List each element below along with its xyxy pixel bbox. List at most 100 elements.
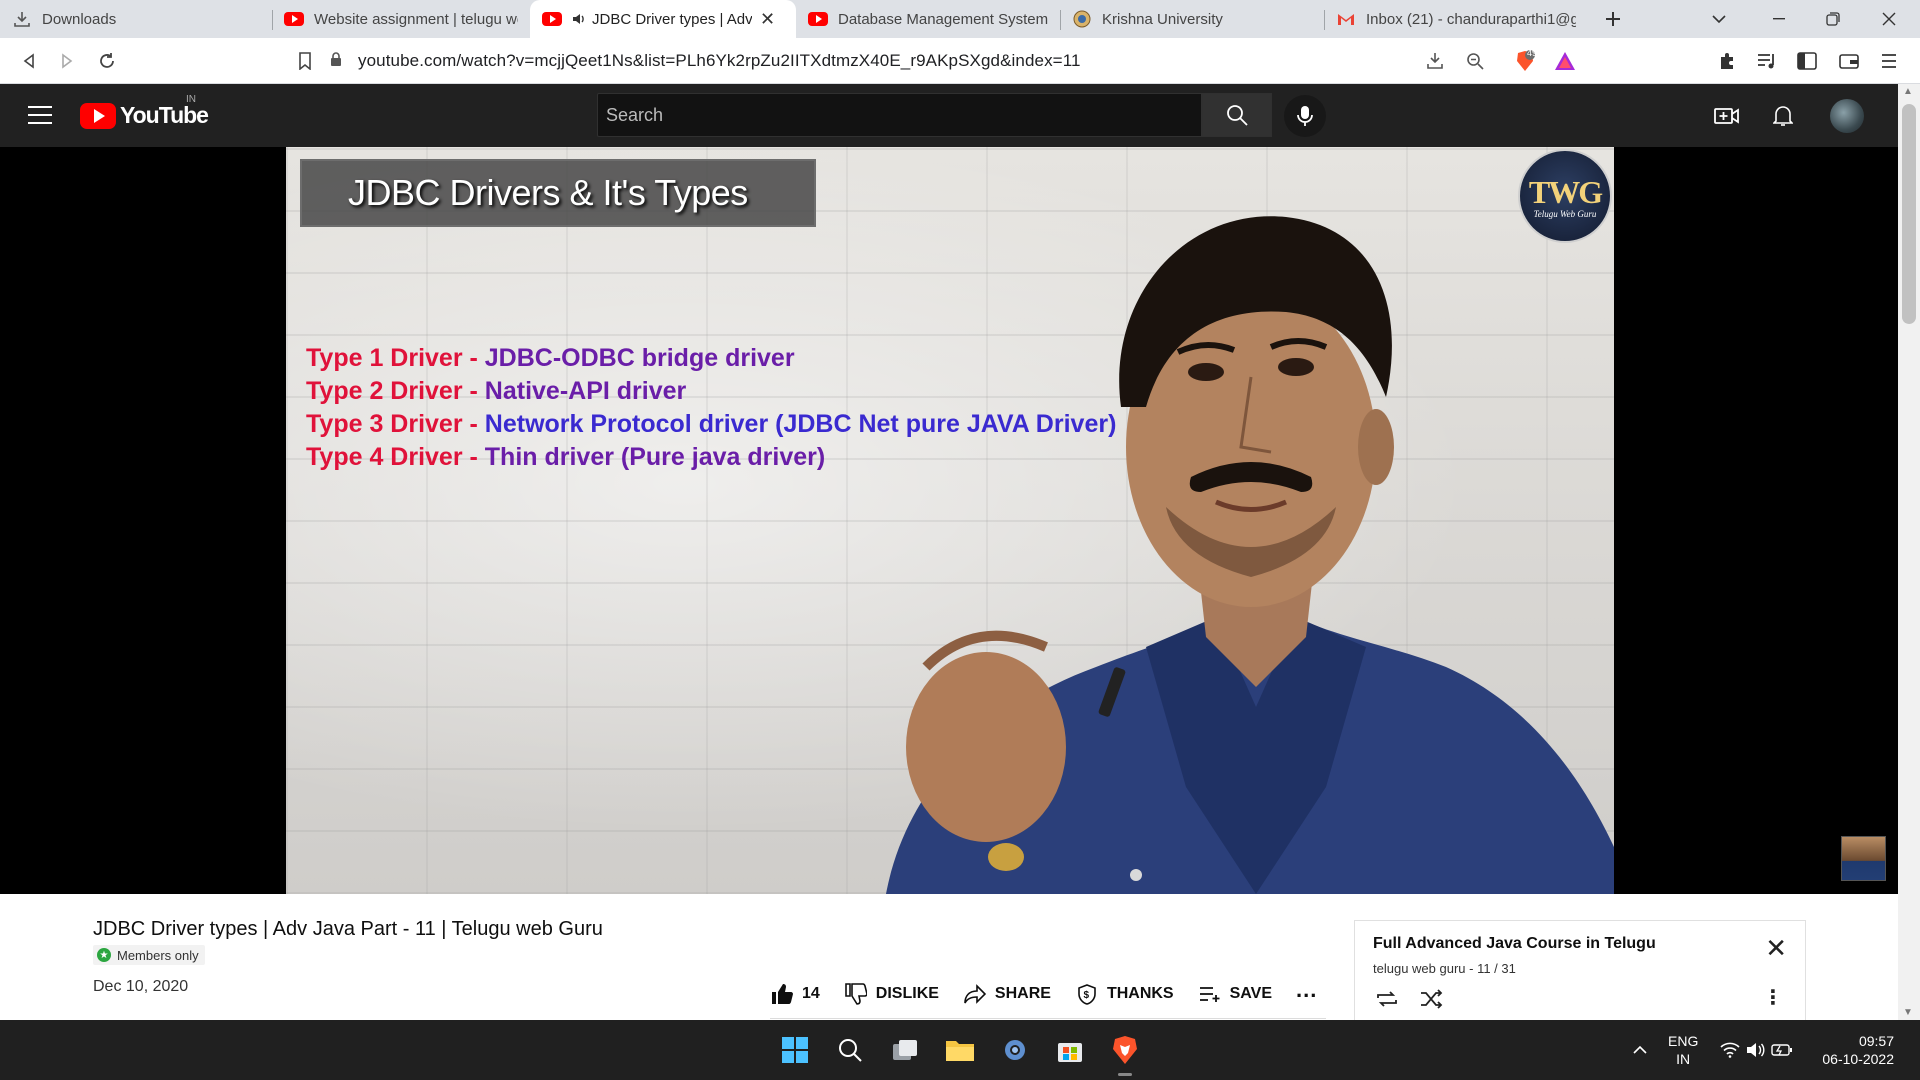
tab-krishna-university[interactable]: Krishna University xyxy=(1060,0,1324,38)
playlist-panel: Full Advanced Java Course in Telugu telu… xyxy=(1354,920,1806,1020)
wallet-button[interactable] xyxy=(1834,46,1864,76)
new-tab-button[interactable] xyxy=(1598,0,1628,38)
scroll-down-arrow-icon[interactable]: ▼ xyxy=(1903,1007,1913,1018)
close-window-button[interactable] xyxy=(1866,0,1912,38)
reload-button[interactable] xyxy=(92,46,122,76)
taskbar-search-button[interactable] xyxy=(830,1030,870,1070)
show-hidden-icons-button[interactable] xyxy=(1628,1020,1652,1080)
close-tab-icon[interactable]: ✕ xyxy=(760,9,775,30)
media-controls-button[interactable] xyxy=(1752,46,1782,76)
star-icon: ★ xyxy=(97,948,111,962)
create-video-button[interactable] xyxy=(1712,101,1742,131)
extensions-button[interactable] xyxy=(1713,46,1743,76)
input-language-indicator[interactable]: ENG IN xyxy=(1668,1032,1698,1068)
minimize-window-button[interactable] xyxy=(1756,0,1802,38)
browser-menu-button[interactable] xyxy=(1874,46,1904,76)
tab-label: Krishna University xyxy=(1102,10,1223,28)
account-avatar[interactable] xyxy=(1830,99,1864,133)
brave-rewards-button[interactable] xyxy=(1550,46,1580,76)
language-code: ENG xyxy=(1668,1033,1699,1049)
region-code: IN xyxy=(186,94,196,105)
channel-watermark-logo[interactable]: TWG Telugu Web Guru xyxy=(1518,149,1612,243)
bookmark-button[interactable] xyxy=(290,46,320,76)
zoom-out-icon xyxy=(1467,53,1484,70)
search-box[interactable] xyxy=(597,93,1202,137)
driver-type-value: Native-API driver xyxy=(484,377,687,405)
playlist-more-icon[interactable]: ⋮ xyxy=(1763,985,1783,1010)
file-explorer-button[interactable] xyxy=(940,1030,980,1070)
brave-lion-icon xyxy=(1113,1036,1137,1064)
video-player[interactable]: JDBC Drivers & It's Types Type 1 Driver … xyxy=(0,147,1898,894)
microsoft-store-button[interactable] xyxy=(1050,1030,1090,1070)
settings-app-button[interactable] xyxy=(995,1030,1035,1070)
shuffle-playlist-icon[interactable] xyxy=(1417,985,1445,1013)
dislike-button[interactable]: DISLIKE xyxy=(844,982,939,1006)
minimize-icon xyxy=(1773,18,1785,20)
gear-icon xyxy=(1005,1040,1025,1060)
like-button[interactable]: 14 xyxy=(770,982,820,1006)
voice-search-button[interactable] xyxy=(1284,95,1326,137)
forward-button[interactable] xyxy=(52,46,82,76)
save-button[interactable]: SAVE xyxy=(1198,982,1272,1006)
back-button[interactable] xyxy=(14,46,44,76)
tab-website-assignment[interactable]: Website assignment | telugu web xyxy=(272,0,530,38)
driver-type-key: Type 4 Driver - xyxy=(306,443,485,471)
system-clock[interactable]: 09:57 06-10-2022 xyxy=(1812,1032,1894,1068)
sidebar-button[interactable] xyxy=(1792,46,1822,76)
playlist-title[interactable]: Full Advanced Java Course in Telugu xyxy=(1373,935,1656,953)
upload-date: Dec 10, 2020 xyxy=(93,978,189,995)
playlist-channel[interactable]: telugu web guru xyxy=(1373,961,1466,976)
start-button[interactable] xyxy=(775,1030,815,1070)
share-button[interactable]: SHARE xyxy=(963,982,1051,1006)
thumbs-down-icon xyxy=(844,982,868,1006)
loop-playlist-icon[interactable] xyxy=(1373,985,1401,1013)
search-input[interactable] xyxy=(606,104,1201,126)
driver-type-line: Type 1 Driver - JDBC-ODBC bridge driver xyxy=(306,342,1116,375)
brave-shields-button[interactable]: 49 xyxy=(1510,46,1540,76)
driver-type-line: Type 2 Driver - Native-API driver xyxy=(306,375,1116,408)
tab-search-button[interactable] xyxy=(1704,0,1734,38)
puzzle-icon xyxy=(1721,53,1733,69)
wifi-icon[interactable] xyxy=(1718,1020,1742,1080)
save-playlist-icon xyxy=(1198,982,1222,1006)
driver-type-line: Type 3 Driver - Network Protocol driver … xyxy=(306,408,1116,441)
url-text[interactable]: youtube.com/watch?v=mcjjQeet1Ns&list=PLh… xyxy=(358,51,1081,71)
windows-taskbar: ENG IN 09:57 06-10-2022 xyxy=(0,1020,1920,1080)
playlist-media-icon xyxy=(1758,54,1774,69)
lock-icon[interactable] xyxy=(330,52,346,70)
tab-jdbc-driver-types[interactable]: JDBC Driver types | Adv Java ✕ xyxy=(530,0,796,38)
presenter-image xyxy=(886,216,1614,894)
guide-menu-icon[interactable] xyxy=(28,106,52,124)
bookmark-icon xyxy=(299,52,311,70)
close-playlist-icon[interactable]: ✕ xyxy=(1765,933,1787,964)
page-scrollbar[interactable]: ▲ ▼ xyxy=(1898,84,1920,1020)
notifications-button[interactable] xyxy=(1768,101,1798,131)
install-app-button[interactable] xyxy=(1420,46,1450,76)
speaker-icon[interactable] xyxy=(572,12,586,26)
driver-type-key: Type 1 Driver - xyxy=(306,344,485,372)
task-view-button[interactable] xyxy=(885,1030,925,1070)
volume-icon[interactable] xyxy=(1744,1020,1768,1080)
restore-window-button[interactable] xyxy=(1810,0,1856,38)
brave-browser-taskbar-button[interactable] xyxy=(1105,1030,1145,1076)
battery-icon[interactable] xyxy=(1770,1020,1794,1080)
plus-icon xyxy=(1606,12,1620,26)
scroll-thumb[interactable] xyxy=(1902,104,1916,324)
more-actions-button[interactable]: ... xyxy=(1296,977,1317,1003)
youtube-logo[interactable]: YouTube IN xyxy=(80,94,209,129)
tab-downloads[interactable]: Downloads xyxy=(0,0,272,38)
thanks-button[interactable]: $ THANKS xyxy=(1075,982,1174,1006)
tab-dbms[interactable]: Database Management System b xyxy=(796,0,1060,38)
channel-branding-thumbnail[interactable] xyxy=(1841,836,1886,881)
zoom-button[interactable] xyxy=(1460,46,1490,76)
browser-toolbar: youtube.com/watch?v=mcjjQeet1Ns&list=PLh… xyxy=(0,38,1920,84)
address-bar[interactable]: youtube.com/watch?v=mcjjQeet1Ns&list=PLh… xyxy=(330,44,1590,78)
chevron-down-icon xyxy=(1712,15,1726,24)
video-title-banner: JDBC Drivers & It's Types xyxy=(300,159,816,227)
tab-gmail-inbox[interactable]: Inbox (21) - chanduraparthi1@gm xyxy=(1324,0,1588,38)
scroll-up-arrow-icon[interactable]: ▲ xyxy=(1903,86,1913,97)
brave-rewards-icon xyxy=(1555,52,1575,70)
video-frame[interactable]: JDBC Drivers & It's Types Type 1 Driver … xyxy=(286,147,1614,894)
search-button[interactable] xyxy=(1202,93,1272,137)
svg-text:$: $ xyxy=(1083,990,1089,1001)
